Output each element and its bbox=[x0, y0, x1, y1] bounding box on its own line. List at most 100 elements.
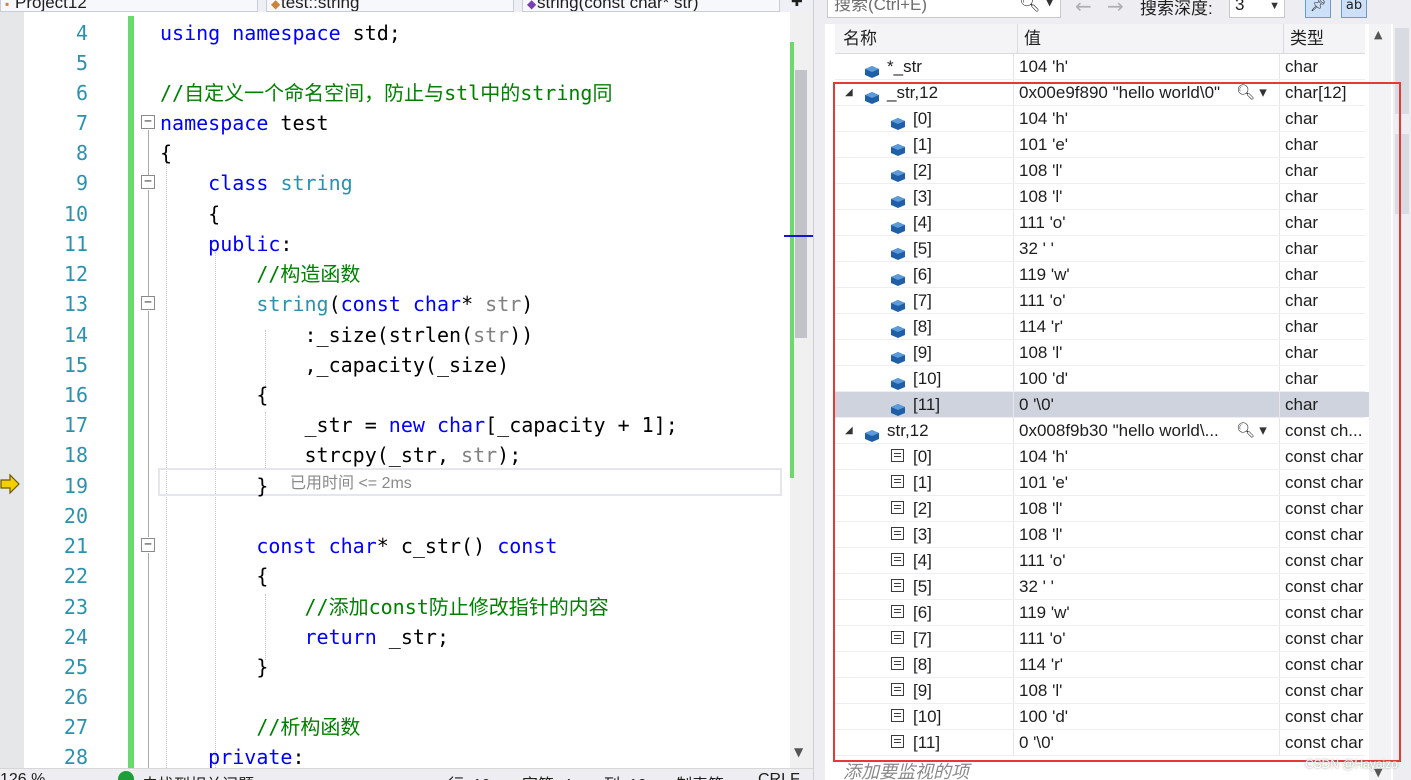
watch-cell-name[interactable]: [2] bbox=[835, 496, 1013, 521]
watch-cell-value[interactable]: 111 'o' bbox=[1013, 626, 1279, 651]
line-ending[interactable]: CRLF bbox=[758, 771, 800, 780]
watch-cell-name[interactable]: [5] bbox=[835, 574, 1013, 599]
watch-cell-value[interactable]: 100 'd' bbox=[1013, 366, 1279, 391]
watch-cell-name[interactable]: [0] bbox=[835, 444, 1013, 469]
magnifier-icon[interactable]: 🔍︎ ▾ bbox=[1236, 80, 1267, 105]
watch-cell-name[interactable]: [10] bbox=[835, 366, 1013, 391]
watch-row[interactable]: [9] 108 'l' const char bbox=[835, 678, 1365, 704]
watch-cell-value[interactable]: 114 'r' bbox=[1013, 314, 1279, 339]
watch-row-expandable[interactable]: ◢ _str,12 0x00e9f890 "hello world\0" 🔍︎ ▾ ch… bbox=[835, 80, 1365, 106]
watch-cell-value[interactable]: 108 'l' bbox=[1013, 522, 1279, 547]
collapse-arrow-icon[interactable]: ◢ bbox=[845, 418, 857, 443]
watch-row[interactable]: [5] 32 ' ' char bbox=[835, 236, 1365, 262]
watch-cell-value[interactable]: 104 'h' bbox=[1013, 444, 1279, 469]
scrollbar-thumb[interactable] bbox=[795, 70, 807, 338]
column-header-value[interactable]: 值 bbox=[1017, 24, 1287, 54]
watch-cell-value[interactable]: 100 'd' bbox=[1013, 704, 1279, 729]
watch-cell-name[interactable]: ◢ _str,12 bbox=[835, 80, 1013, 105]
watch-cell-name[interactable]: [11] bbox=[835, 392, 1013, 417]
watch-cell-name[interactable]: [1] bbox=[835, 470, 1013, 495]
issues-status[interactable]: 未找到相关问题 bbox=[142, 771, 254, 780]
watch-cell-name[interactable]: [4] bbox=[835, 548, 1013, 573]
back-arrow-icon[interactable]: ← bbox=[1075, 0, 1092, 18]
watch-cell-name[interactable]: [11] bbox=[835, 730, 1013, 755]
column-header-type[interactable]: 类型 bbox=[1283, 24, 1373, 54]
glyph-margin[interactable] bbox=[0, 12, 24, 768]
watch-cell-name[interactable]: [10] bbox=[835, 704, 1013, 729]
zoom-level[interactable]: 126 % bbox=[0, 771, 45, 780]
tab-project[interactable]: ▪ Project12 bbox=[0, 0, 258, 12]
watch-row[interactable]: [2] 108 'l' char bbox=[835, 158, 1365, 184]
watch-cell-value[interactable]: 119 'w' bbox=[1013, 262, 1279, 287]
watch-cell-value[interactable]: 108 'l' bbox=[1013, 158, 1279, 183]
watch-cell-value[interactable]: 108 'l' bbox=[1013, 678, 1279, 703]
scroll-down-arrow-icon[interactable]: ▼ bbox=[794, 745, 803, 759]
watch-cell-value[interactable]: 0x00e9f890 "hello world\0" 🔍︎ ▾ bbox=[1013, 80, 1279, 105]
column-header-name[interactable]: 名称 bbox=[843, 24, 877, 54]
watch-cell-name[interactable]: [0] bbox=[835, 106, 1013, 131]
watch-cell-value[interactable]: 119 'w' bbox=[1013, 600, 1279, 625]
watch-cell-value[interactable]: 32 ' ' bbox=[1013, 574, 1279, 599]
watch-cell-name[interactable]: ◢ str,12 bbox=[835, 418, 1013, 443]
watch-row[interactable]: [10] 100 'd' const char bbox=[835, 704, 1365, 730]
watch-row[interactable]: [5] 32 ' ' const char bbox=[835, 574, 1365, 600]
watch-cell-value[interactable]: 0x008f9b30 "hello world\... 🔍︎ ▾ bbox=[1013, 418, 1279, 443]
watch-row[interactable]: [11] 0 '\0' const char bbox=[835, 730, 1365, 756]
watch-cell-name[interactable]: [3] bbox=[835, 184, 1013, 209]
tab-member-scope[interactable]: ◆string(const char* str) bbox=[522, 0, 780, 12]
fold-toggle-namespace[interactable]: − bbox=[141, 115, 155, 129]
fold-toggle-class[interactable]: − bbox=[141, 175, 155, 189]
watch-row[interactable]: [9] 108 'l' char bbox=[835, 340, 1365, 366]
watch-cell-value[interactable]: 108 'l' bbox=[1013, 496, 1279, 521]
watch-cell-name[interactable]: [4] bbox=[835, 210, 1013, 235]
watch-cell-value[interactable]: 111 'o' bbox=[1013, 288, 1279, 313]
watch-cell-name[interactable]: [8] bbox=[835, 652, 1013, 677]
watch-row[interactable]: [6] 119 'w' char bbox=[835, 262, 1365, 288]
watch-cell-name[interactable]: *_str bbox=[835, 54, 1013, 79]
watch-cell-value[interactable]: 111 'o' bbox=[1013, 210, 1279, 235]
watch-cell-value[interactable]: 101 'e' bbox=[1013, 132, 1279, 157]
watch-cell-name[interactable]: [3] bbox=[835, 522, 1013, 547]
fold-toggle-c-str[interactable]: − bbox=[141, 538, 155, 552]
watch-row[interactable]: [3] 108 'l' char bbox=[835, 184, 1365, 210]
scroll-up-arrow-icon[interactable]: ▲ bbox=[1374, 28, 1382, 41]
perf-tip[interactable]: 已用时间 <= 2ms bbox=[290, 472, 412, 496]
watch-cell-value[interactable]: 104 'h' bbox=[1013, 54, 1279, 79]
magnifier-icon[interactable]: 🔍︎ ▾ bbox=[1236, 418, 1267, 443]
watch-cell-name[interactable]: [7] bbox=[835, 288, 1013, 313]
watch-cell-name[interactable]: [5] bbox=[835, 236, 1013, 261]
watch-cell-name[interactable]: [9] bbox=[835, 340, 1013, 365]
watch-row[interactable]: [8] 114 'r' const char bbox=[835, 652, 1365, 678]
watch-row[interactable]: [4] 111 'o' char bbox=[835, 210, 1365, 236]
watch-row[interactable]: [0] 104 'h' char bbox=[835, 106, 1365, 132]
watch-cell-value[interactable]: 108 'l' bbox=[1013, 340, 1279, 365]
watch-cell-value[interactable]: 108 'l' bbox=[1013, 184, 1279, 209]
watch-cell-value[interactable]: 111 'o' bbox=[1013, 548, 1279, 573]
indent-mode[interactable]: 制表符 bbox=[676, 771, 724, 780]
fold-toggle-constructor[interactable]: − bbox=[141, 296, 155, 310]
watch-row[interactable]: [6] 119 'w' const char bbox=[835, 600, 1365, 626]
watch-cell-name[interactable]: [7] bbox=[835, 626, 1013, 651]
watch-cell-value[interactable]: 114 'r' bbox=[1013, 652, 1279, 677]
watch-cell-name[interactable]: [8] bbox=[835, 314, 1013, 339]
watch-row[interactable]: [11] 0 '\0' char bbox=[835, 392, 1369, 418]
watch-row[interactable]: [7] 111 'o' const char bbox=[835, 626, 1365, 652]
watch-row[interactable]: [2] 108 'l' const char bbox=[835, 496, 1365, 522]
add-watch-item-input[interactable]: 添加要监视的项 bbox=[843, 758, 969, 780]
watch-cell-value[interactable]: 32 ' ' bbox=[1013, 236, 1279, 261]
watch-cell-value[interactable]: 101 'e' bbox=[1013, 470, 1279, 495]
search-icon[interactable]: 🔍︎ bbox=[1019, 0, 1043, 16]
watch-row[interactable]: [8] 114 'r' char bbox=[835, 314, 1365, 340]
tab-class-scope[interactable]: ◆test::string bbox=[266, 0, 514, 12]
watch-cell-name[interactable]: [2] bbox=[835, 158, 1013, 183]
watch-cell-name[interactable]: [6] bbox=[835, 600, 1013, 625]
view-format-button[interactable]: ab bbox=[1341, 0, 1367, 18]
watch-cell-name[interactable]: [6] bbox=[835, 262, 1013, 287]
watch-cell-value[interactable]: 0 '\0' bbox=[1013, 392, 1279, 417]
editor-vertical-scrollbar[interactable]: ▼ bbox=[784, 12, 813, 768]
watch-cell-name[interactable]: [1] bbox=[835, 132, 1013, 157]
search-depth-select[interactable]: 3 ▼ bbox=[1229, 0, 1285, 18]
watch-cell-value[interactable]: 104 'h' bbox=[1013, 106, 1279, 131]
forward-arrow-icon[interactable]: → bbox=[1107, 0, 1124, 18]
watch-row[interactable]: [1] 101 'e' char bbox=[835, 132, 1365, 158]
